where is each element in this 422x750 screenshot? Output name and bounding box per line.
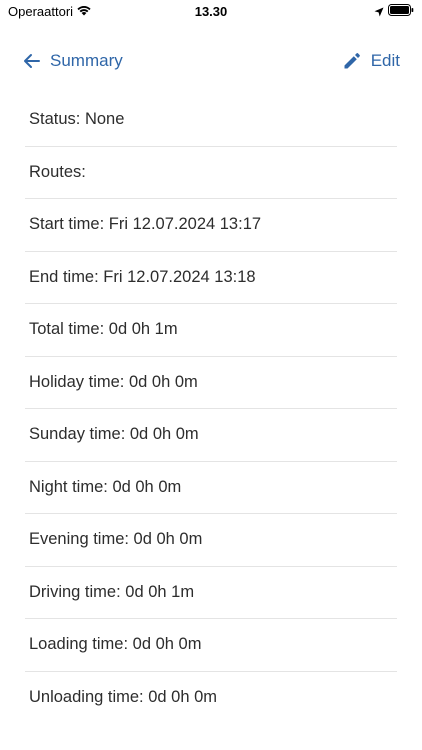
- battery-icon: [388, 4, 414, 16]
- detail-row-routes: Routes:: [25, 147, 397, 199]
- navigation-bar: Summary Edit: [0, 40, 422, 86]
- location-arrow-icon: [374, 5, 384, 17]
- back-button-label: Summary: [50, 51, 123, 70]
- detail-row-holiday-time: Holiday time: 0d 0h 0m: [25, 357, 397, 409]
- detail-row-evening-time: Evening time: 0d 0h 0m: [25, 514, 397, 567]
- edit-button-label: Edit: [370, 51, 400, 70]
- detail-row-night-time: Night time: 0d 0h 0m: [25, 462, 397, 514]
- edit-button[interactable]: Edit: [343, 51, 400, 71]
- arrow-left-icon: [24, 54, 40, 68]
- detail-row-start-time: Start time: Fri 12.07.2024 13:17: [25, 199, 397, 252]
- back-button[interactable]: Summary: [22, 51, 123, 71]
- detail-row-status: Status: None: [25, 94, 397, 147]
- details-list: Status: None Routes: Start time: Fri 12.…: [25, 94, 397, 706]
- detail-row-unloading-time: Unloading time: 0d 0h 0m: [29, 688, 218, 706]
- detail-row-driving-time: Driving time: 0d 0h 1m: [25, 567, 397, 619]
- detail-row-sunday-time: Sunday time: 0d 0h 0m: [25, 409, 397, 462]
- detail-row-end-time: End time: Fri 12.07.2024 13:18: [25, 252, 397, 304]
- clock-label: 13.30: [194, 4, 228, 19]
- detail-row-total-time: Total time: 0d 0h 1m: [25, 304, 397, 357]
- status-bar: Operaattori 13.30: [0, 0, 422, 24]
- detail-row-loading-time: Loading time: 0d 0h 0m: [25, 619, 397, 672]
- pencil-icon: [344, 53, 360, 69]
